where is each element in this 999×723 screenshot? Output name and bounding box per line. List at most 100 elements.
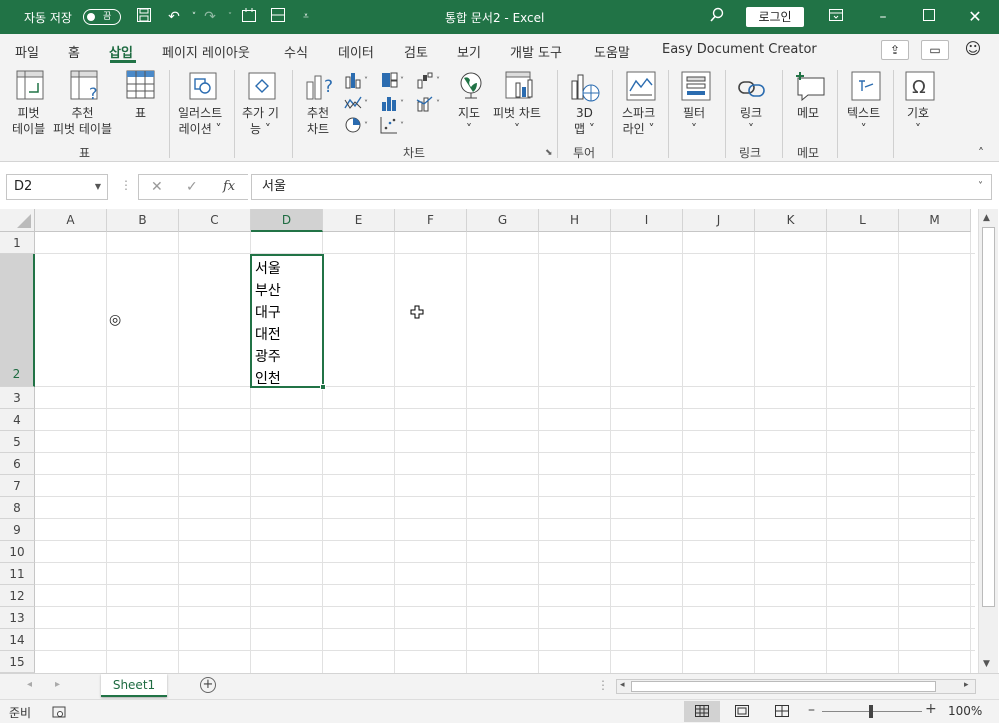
- row-header-13[interactable]: 13: [0, 607, 35, 629]
- tab-page-layout[interactable]: 페이지 레이아웃: [162, 42, 250, 61]
- link-icon[interactable]: [737, 76, 767, 103]
- feedback-smiley-icon[interactable]: ☺: [963, 39, 983, 59]
- row-header-8[interactable]: 8: [0, 497, 35, 519]
- scrollbar-thumb[interactable]: [982, 227, 995, 607]
- normal-view-button[interactable]: [684, 701, 720, 722]
- scatter-chart-icon[interactable]: ˅: [380, 116, 408, 137]
- column-chart-icon[interactable]: ˅: [344, 71, 372, 92]
- recommended-pivot-icon[interactable]: ?: [70, 70, 102, 105]
- cancel-icon[interactable]: ✕: [151, 179, 163, 195]
- zoom-out-icon[interactable]: –: [808, 702, 815, 718]
- addins-icon[interactable]: [248, 72, 276, 103]
- symbols-button[interactable]: 기호 ˅: [907, 105, 929, 137]
- row-header-12[interactable]: 12: [0, 585, 35, 607]
- recommended-pivot-button[interactable]: 추천 피벗 테이블: [53, 105, 112, 137]
- tab-review[interactable]: 검토: [404, 42, 428, 61]
- hierarchy-chart-icon[interactable]: ˅: [380, 71, 408, 92]
- tab-file[interactable]: 파일: [15, 42, 39, 61]
- close-icon[interactable]: ✕: [965, 7, 985, 27]
- comment-button[interactable]: 메모: [797, 105, 819, 121]
- enter-icon[interactable]: ✓: [186, 179, 198, 195]
- pivot-table-button[interactable]: 피벗 테이블: [12, 105, 45, 137]
- column-header-k[interactable]: K: [755, 209, 827, 232]
- redo-dropdown-icon[interactable]: ˅: [220, 7, 240, 27]
- ribbon-display-icon[interactable]: [826, 7, 846, 27]
- symbol-omega-icon[interactable]: Ω: [905, 71, 935, 104]
- link-button[interactable]: 링크 ˅: [740, 105, 762, 137]
- filter-icon[interactable]: [681, 71, 711, 104]
- more-options-icon[interactable]: ⋮: [120, 178, 132, 192]
- vertical-scrollbar[interactable]: ▲ ▼: [978, 209, 998, 673]
- pivot-chart-button[interactable]: 피벗 차트 ˅: [493, 105, 541, 137]
- column-header-d[interactable]: D: [251, 209, 323, 232]
- row-header-1[interactable]: 1: [0, 232, 35, 254]
- chevron-down-icon[interactable]: ▼: [95, 175, 101, 199]
- row-header-3[interactable]: 3: [0, 387, 35, 409]
- column-header-h[interactable]: H: [539, 209, 611, 232]
- tab-developer[interactable]: 개발 도구: [510, 42, 562, 61]
- expand-formula-icon[interactable]: ˅: [978, 175, 983, 199]
- scroll-up-icon[interactable]: ▲: [983, 213, 990, 223]
- line-chart-icon[interactable]: ˅: [344, 94, 372, 115]
- tab-easy-document-creator[interactable]: Easy Document Creator: [662, 42, 817, 57]
- search-icon[interactable]: [707, 7, 727, 27]
- insert-function-icon[interactable]: fx: [223, 179, 235, 194]
- addins-button[interactable]: 추가 기 능 ˅: [242, 105, 279, 137]
- row-header-4[interactable]: 4: [0, 409, 35, 431]
- maps-icon[interactable]: [458, 71, 484, 102]
- pie-chart-icon[interactable]: ˅: [344, 116, 372, 137]
- formula-input[interactable]: 서울 ˅: [251, 174, 992, 200]
- tab-help[interactable]: 도움말: [594, 42, 630, 61]
- row-header-11[interactable]: 11: [0, 563, 35, 585]
- splitter-icon[interactable]: ⋮: [597, 678, 609, 692]
- add-sheet-icon[interactable]: +: [200, 677, 216, 693]
- row-header-7[interactable]: 7: [0, 475, 35, 497]
- redo-icon[interactable]: ↷: [200, 7, 220, 27]
- sparklines-icon[interactable]: [626, 71, 656, 104]
- waterfall-chart-icon[interactable]: ˅: [416, 71, 444, 92]
- zoom-slider-thumb[interactable]: [869, 705, 873, 718]
- illustrations-button[interactable]: 일러스트 레이션 ˅: [178, 105, 222, 137]
- tab-formulas[interactable]: 수식: [284, 42, 308, 61]
- recommended-charts-button[interactable]: 추천 차트: [307, 105, 329, 137]
- page-break-view-icon[interactable]: [775, 705, 789, 717]
- prev-sheet-icon[interactable]: ◂: [27, 679, 32, 690]
- row-header-14[interactable]: 14: [0, 629, 35, 651]
- column-header-b[interactable]: B: [107, 209, 179, 232]
- row-header-10[interactable]: 10: [0, 541, 35, 563]
- comments-button[interactable]: ▭: [921, 40, 949, 60]
- undo-icon[interactable]: ↶: [164, 7, 184, 27]
- next-sheet-icon[interactable]: ▸: [55, 679, 60, 690]
- selected-cell-d2[interactable]: 서울 부산 대구 대전 광주 인천: [250, 254, 324, 388]
- form-icon[interactable]: [268, 7, 288, 27]
- zoom-in-icon[interactable]: +: [925, 701, 937, 717]
- scroll-right-icon[interactable]: ▸: [964, 680, 969, 690]
- select-all-button[interactable]: [0, 209, 35, 232]
- autosave-toggle[interactable]: 끔: [83, 9, 121, 25]
- combo-chart-icon[interactable]: ˅: [416, 94, 444, 115]
- login-button[interactable]: 로그인: [746, 7, 804, 27]
- column-header-m[interactable]: M: [899, 209, 971, 232]
- column-header-g[interactable]: G: [467, 209, 539, 232]
- sheet-tab-sheet1[interactable]: Sheet1: [101, 674, 167, 697]
- customize-qat-icon[interactable]: ⩡: [296, 7, 316, 27]
- minimize-icon[interactable]: –: [873, 7, 893, 27]
- pivot-table-icon[interactable]: [16, 70, 46, 105]
- share-button[interactable]: ⇪: [881, 40, 909, 60]
- new-comment-icon[interactable]: [794, 71, 826, 104]
- text-icon[interactable]: [851, 71, 881, 104]
- tab-insert[interactable]: 삽입: [109, 42, 133, 61]
- recommended-charts-icon[interactable]: ?: [305, 70, 337, 105]
- tab-view[interactable]: 보기: [457, 42, 481, 61]
- collapse-ribbon-icon[interactable]: ˄: [978, 146, 984, 160]
- 3d-map-icon[interactable]: [569, 71, 601, 106]
- fill-handle[interactable]: [320, 384, 326, 390]
- tab-data[interactable]: 데이터: [338, 42, 374, 61]
- dialog-launcher-icon[interactable]: ⬊: [545, 148, 553, 158]
- column-header-e[interactable]: E: [323, 209, 395, 232]
- column-header-c[interactable]: C: [179, 209, 251, 232]
- filter-button[interactable]: 필터 ˅: [683, 105, 705, 137]
- row-header-9[interactable]: 9: [0, 519, 35, 541]
- pivot-chart-icon[interactable]: [505, 71, 535, 104]
- column-header-i[interactable]: I: [611, 209, 683, 232]
